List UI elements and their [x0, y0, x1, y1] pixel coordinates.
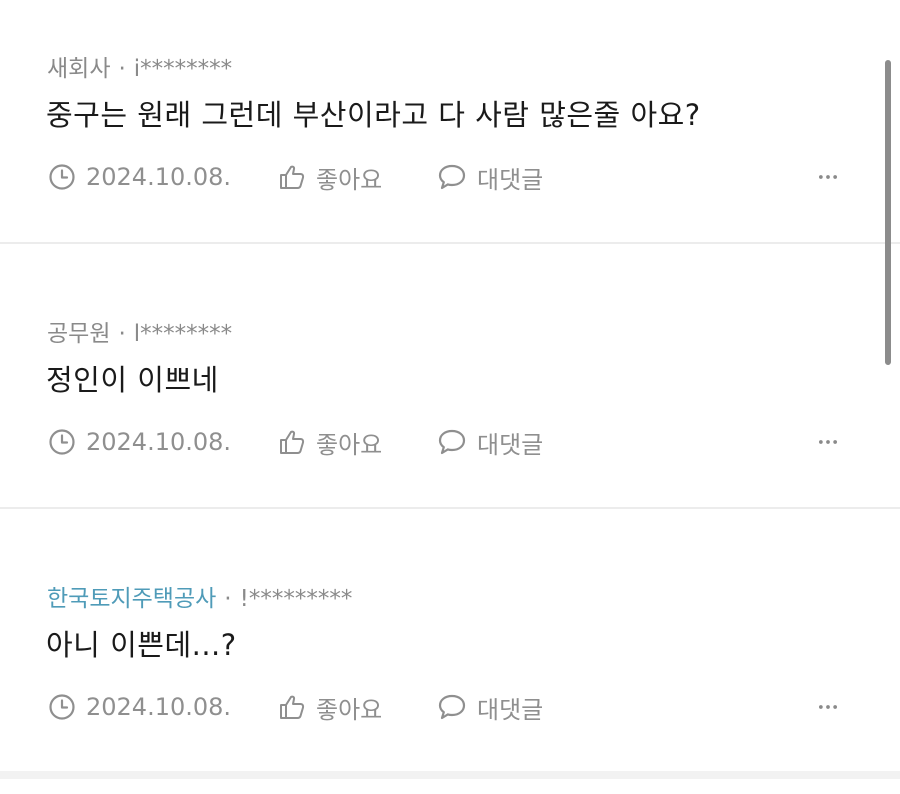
more-dots-icon	[819, 175, 837, 179]
reply-button[interactable]: 대댓글	[437, 691, 544, 724]
comment-author: 한국토지주택공사	[47, 586, 217, 612]
more-dots-icon	[819, 705, 837, 709]
clock-icon	[49, 694, 75, 720]
comment-actions: 2024.10.08. 좋아요 대댓글	[48, 161, 858, 194]
divider	[0, 242, 900, 244]
comment-actions: 2024.10.08. 좋아요 대댓글	[48, 426, 858, 459]
comment-item: 한국토지주택공사 · !********* 아니 이쁜데...? 2024.10.0…	[0, 530, 900, 794]
comment-text: 아니 이쁜데...?	[46, 628, 237, 662]
comment-user-id: l********	[133, 321, 233, 347]
comment-date-text: 2024.10.08.	[86, 428, 232, 456]
comment-date: 2024.10.08.	[48, 161, 231, 193]
like-label: 좋아요	[316, 695, 383, 724]
meta-separator: ·	[118, 56, 126, 82]
comment-date-text: 2024.10.08.	[86, 163, 232, 191]
more-options-button[interactable]	[818, 161, 848, 193]
comment-meta: 공무원 · l********	[47, 314, 232, 348]
divider	[0, 507, 900, 509]
comment-date: 2024.10.08.	[48, 426, 231, 458]
clock-icon	[49, 164, 75, 190]
comment-meta: 새회사 · i********	[47, 49, 232, 83]
meta-separator: ·	[118, 321, 126, 347]
comment-author: 공무원	[47, 321, 111, 347]
more-options-button[interactable]	[818, 426, 848, 458]
speech-bubble-icon	[438, 164, 466, 190]
speech-bubble-icon	[438, 429, 466, 455]
like-button[interactable]: 좋아요	[278, 161, 383, 194]
comment-user-id: i********	[133, 56, 233, 82]
comment-date-text: 2024.10.08.	[86, 693, 232, 721]
comment-user-id: !*********	[239, 586, 353, 612]
scrollbar[interactable]	[885, 60, 891, 365]
thumbs-up-icon	[280, 695, 305, 719]
thumbs-up-icon	[280, 430, 305, 454]
reply-label: 대댓글	[477, 165, 544, 194]
comment-date: 2024.10.08.	[48, 691, 231, 723]
like-button[interactable]: 좋아요	[278, 426, 383, 459]
speech-bubble-icon	[438, 694, 466, 720]
clock-icon	[49, 429, 75, 455]
like-button[interactable]: 좋아요	[278, 691, 383, 724]
reply-button[interactable]: 대댓글	[437, 426, 544, 459]
like-label: 좋아요	[316, 430, 383, 459]
like-label: 좋아요	[316, 165, 383, 194]
meta-separator: ·	[224, 586, 232, 612]
section-bottom-band	[0, 771, 900, 779]
reply-label: 대댓글	[477, 695, 544, 724]
comment-item: 공무원 · l******** 정인이 이쁘네 2024.10.08. 좋아요 대댓…	[0, 265, 900, 529]
comment-author: 새회사	[47, 56, 111, 82]
reply-label: 대댓글	[477, 430, 544, 459]
comment-meta: 한국토지주택공사 · !*********	[47, 579, 352, 613]
thumbs-up-icon	[280, 165, 305, 189]
comment-item: 새회사 · i******** 중구는 원래 그런데 부산이라고 다 사람 많은줄 …	[0, 0, 900, 264]
comment-text: 중구는 원래 그런데 부산이라고 다 사람 많은줄 아요?	[46, 98, 701, 132]
comment-text: 정인이 이쁘네	[46, 363, 219, 397]
more-dots-icon	[819, 440, 837, 444]
comment-actions: 2024.10.08. 좋아요 대댓글	[48, 691, 858, 724]
more-options-button[interactable]	[818, 691, 848, 723]
reply-button[interactable]: 대댓글	[437, 161, 544, 194]
